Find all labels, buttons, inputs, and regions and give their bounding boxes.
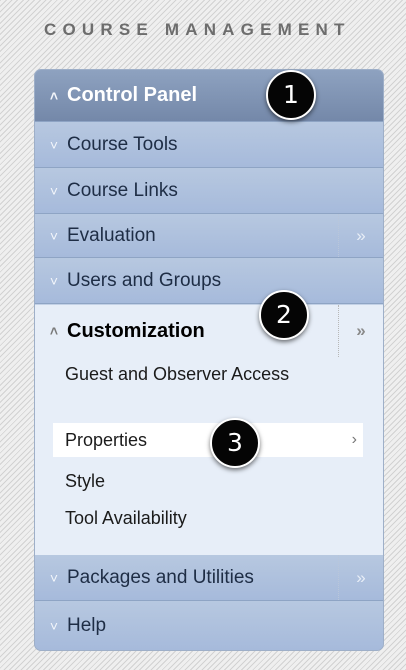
sub-item-tool-availability[interactable]: Tool Availability xyxy=(35,507,383,529)
chevron-right-icon: › xyxy=(351,431,357,448)
control-panel-label: Control Panel xyxy=(67,84,198,106)
expand-chevron-icon: ˅ xyxy=(49,617,59,634)
course-management-header: COURSE MANAGEMENT xyxy=(44,20,351,39)
expand-chevron-icon: ˅ xyxy=(49,136,59,153)
customization-header[interactable]: ˄ Customization » xyxy=(35,305,383,357)
sub-item-label: Style xyxy=(65,471,106,491)
sub-item-label: Properties xyxy=(65,430,148,450)
callout-badge-1: 1 xyxy=(266,70,316,120)
help-label: Help xyxy=(67,614,107,636)
users-groups-label: Users and Groups xyxy=(67,269,222,291)
expand-chevron-icon: ˅ xyxy=(49,569,59,586)
expand-chevron-icon: ˅ xyxy=(49,227,59,244)
callout-badge-3: 3 xyxy=(210,418,260,468)
expand-chevron-icon: ˅ xyxy=(49,182,59,199)
control-panel-menu: ˄ Control Panel ˅ Course Tools ˅ Course … xyxy=(35,70,383,650)
control-panel-header[interactable]: ˄ Control Panel xyxy=(35,70,383,122)
expand-chevron-icon: ˅ xyxy=(49,272,59,289)
sub-item-properties[interactable]: Properties › xyxy=(53,423,363,457)
sub-item-label: Tool Availability xyxy=(65,508,187,528)
sub-item-label: Guest and Observer Access xyxy=(65,364,290,384)
menu-item-course-links[interactable]: ˅ Course Links xyxy=(35,168,383,214)
menu-item-users-groups[interactable]: ˅ Users and Groups xyxy=(35,258,383,304)
double-chevron-right-icon[interactable]: » xyxy=(338,305,383,357)
menu-item-packages-utilities[interactable]: ˅ Packages and Utilities » xyxy=(35,555,383,601)
evaluation-label: Evaluation xyxy=(67,224,156,246)
double-chevron-right-icon[interactable]: » xyxy=(338,214,383,257)
customization-label: Customization xyxy=(67,319,205,342)
menu-item-help[interactable]: ˅ Help xyxy=(35,601,383,650)
menu-item-evaluation[interactable]: ˅ Evaluation » xyxy=(35,214,383,258)
course-tools-label: Course Tools xyxy=(67,133,178,155)
sub-item-guest-observer-access[interactable]: Guest and Observer Access xyxy=(35,363,383,385)
double-chevron-right-icon[interactable]: » xyxy=(338,555,383,600)
course-links-label: Course Links xyxy=(67,179,178,201)
collapse-chevron-icon: ˄ xyxy=(49,87,59,104)
sub-item-style[interactable]: Style xyxy=(35,470,383,492)
menu-item-course-tools[interactable]: ˅ Course Tools xyxy=(35,122,383,168)
collapse-chevron-icon: ˄ xyxy=(49,323,59,339)
callout-badge-2: 2 xyxy=(259,290,309,340)
packages-utilities-label: Packages and Utilities xyxy=(67,566,254,588)
